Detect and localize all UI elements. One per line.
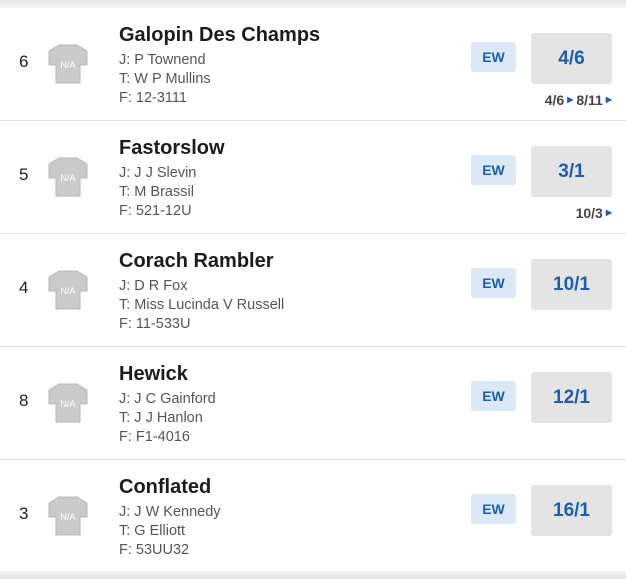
odds-history: 10/3 ▶ xyxy=(576,205,612,221)
odds-button[interactable]: 16/1 xyxy=(531,485,612,536)
jockey-label: J: P Townend xyxy=(119,52,206,68)
trainer-label: T: G Elliott xyxy=(119,523,186,539)
form-label: F: F1-4016 xyxy=(119,429,190,445)
history-odds: 10/3 xyxy=(575,205,603,221)
odds-button[interactable]: 12/1 xyxy=(531,372,612,423)
horse-name[interactable]: Galopin Des Champs xyxy=(119,24,320,47)
silk-placeholder-icon: N/A xyxy=(48,270,88,310)
form-label: F: 521-12U xyxy=(119,203,192,219)
runner-list: 6 N/A Galopin Des Champs J: P Townend T:… xyxy=(0,8,626,573)
bottom-edge xyxy=(0,571,626,579)
svg-text:N/A: N/A xyxy=(60,512,75,522)
svg-text:N/A: N/A xyxy=(60,173,75,183)
trainer-label: T: W P Mullins xyxy=(119,71,211,87)
horse-name[interactable]: Fastorslow xyxy=(119,137,225,160)
runner-row[interactable]: 3 N/A Conflated J: J W Kennedy T: G Elli… xyxy=(0,460,626,573)
runner-number: 4 xyxy=(19,278,29,297)
silk-placeholder-icon: N/A xyxy=(48,44,88,84)
jockey-label: J: J W Kennedy xyxy=(119,504,221,520)
silk-placeholder-icon: N/A xyxy=(48,383,88,423)
triangle-right-icon: ▶ xyxy=(605,94,612,104)
history-odds: 8/11 xyxy=(576,92,603,108)
odds-button[interactable]: 10/1 xyxy=(531,259,612,310)
triangle-right-icon: ▶ xyxy=(605,207,612,217)
runner-row[interactable]: 8 N/A Hewick J: J C Gainford T: J J Hanl… xyxy=(0,347,626,460)
horse-name[interactable]: Corach Rambler xyxy=(119,250,274,273)
form-label: F: 12-3111 xyxy=(119,90,187,106)
each-way-button[interactable]: EW xyxy=(471,494,516,524)
silk-placeholder-icon: N/A xyxy=(48,496,88,536)
each-way-button[interactable]: EW xyxy=(471,155,516,185)
silk-placeholder-icon: N/A xyxy=(48,157,88,197)
top-edge xyxy=(0,0,626,8)
triangle-right-icon: ▶ xyxy=(567,94,574,104)
runner-number: 6 xyxy=(19,52,29,71)
runner-number: 5 xyxy=(19,165,29,184)
odds-history: 4/6 ▶ 8/11 ▶ xyxy=(545,92,612,108)
form-label: F: 11-533U xyxy=(119,316,191,332)
odds-button[interactable]: 4/6 xyxy=(531,33,612,84)
svg-text:N/A: N/A xyxy=(60,286,75,296)
each-way-button[interactable]: EW xyxy=(471,42,516,72)
svg-text:N/A: N/A xyxy=(60,60,75,70)
odds-button[interactable]: 3/1 xyxy=(531,146,612,197)
trainer-label: T: M Brassil xyxy=(119,184,194,200)
runner-number: 3 xyxy=(19,504,29,523)
jockey-label: J: D R Fox xyxy=(119,278,188,294)
form-label: F: 53UU32 xyxy=(119,542,190,558)
history-odds: 4/6 xyxy=(544,92,565,108)
runner-row[interactable]: 5 N/A Fastorslow J: J J Slevin T: M Bras… xyxy=(0,121,626,234)
trainer-label: T: Miss Lucinda V Russell xyxy=(119,297,285,313)
svg-text:N/A: N/A xyxy=(60,399,75,409)
runner-number: 8 xyxy=(19,391,29,410)
jockey-label: J: J C Gainford xyxy=(119,391,216,407)
jockey-label: J: J J Slevin xyxy=(119,165,197,181)
horse-name[interactable]: Conflated xyxy=(119,476,211,499)
runner-row[interactable]: 6 N/A Galopin Des Champs J: P Townend T:… xyxy=(0,8,626,121)
trainer-label: T: J J Hanlon xyxy=(119,410,203,426)
each-way-button[interactable]: EW xyxy=(471,381,516,411)
horse-name[interactable]: Hewick xyxy=(119,363,188,386)
runner-row[interactable]: 4 N/A Corach Rambler J: D R Fox T: Miss … xyxy=(0,234,626,347)
each-way-button[interactable]: EW xyxy=(471,268,516,298)
